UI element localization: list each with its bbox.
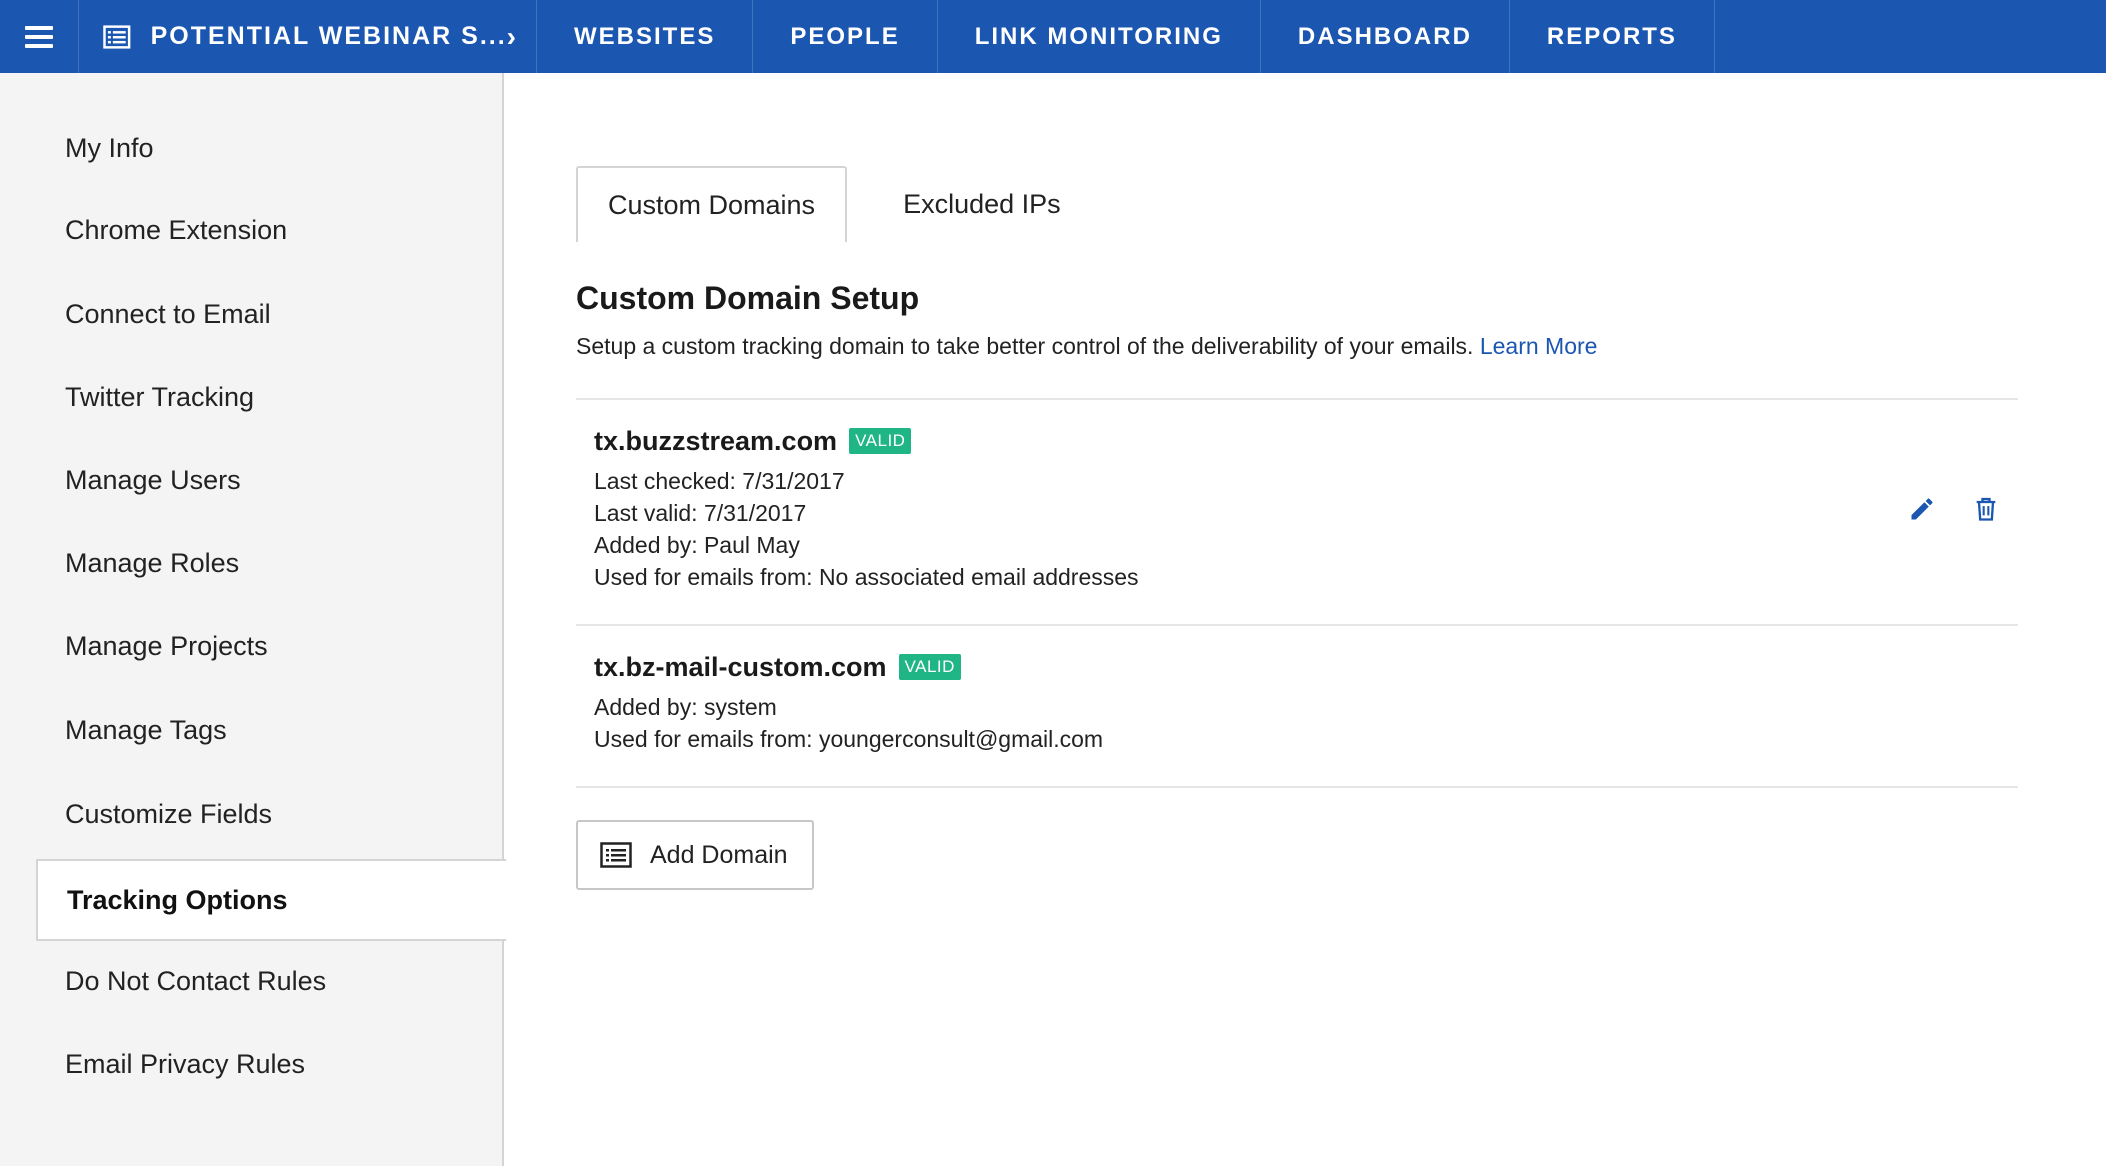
- page-title: Custom Domain Setup: [576, 280, 920, 316]
- sidebar-item-customize-fields[interactable]: Customize Fields: [0, 773, 502, 855]
- row-actions: [1908, 495, 2000, 523]
- add-domain-button[interactable]: Add Domain: [576, 820, 814, 890]
- chevron-right-icon: ›: [506, 20, 516, 52]
- trash-icon[interactable]: [1972, 495, 2000, 523]
- nav-websites[interactable]: WEBSITES: [537, 0, 754, 73]
- nav-link-monitoring[interactable]: LINK MONITORING: [938, 0, 1261, 73]
- sidebar-item-twitter-tracking[interactable]: Twitter Tracking: [0, 356, 502, 438]
- sidebar-item-manage-projects[interactable]: Manage Projects: [0, 605, 502, 687]
- description-text: Setup a custom tracking domain to take b…: [576, 333, 1474, 359]
- used-for-emails: Used for emails from: No associated emai…: [594, 564, 1139, 590]
- sidebar-item-manage-roles[interactable]: Manage Roles: [0, 522, 502, 604]
- sidebar-item-connect-to-email[interactable]: Connect to Email: [0, 273, 502, 355]
- sidebar-item-chrome-extension[interactable]: Chrome Extension: [0, 189, 502, 271]
- hamburger-icon: [25, 25, 53, 48]
- last-checked: Last checked: 7/31/2017: [594, 468, 845, 494]
- domain-details: Added by: system Used for emails from: y…: [594, 691, 2000, 755]
- sidebar-item-do-not-contact-rules[interactable]: Do Not Contact Rules: [0, 940, 502, 1022]
- sidebar-item-manage-tags[interactable]: Manage Tags: [0, 689, 502, 771]
- domain-row: tx.buzzstream.com VALID Last checked: 7/…: [576, 400, 2018, 626]
- sidebar-item-my-info[interactable]: My Info: [0, 107, 502, 189]
- added-by: Added by: Paul May: [594, 532, 800, 558]
- domain-header: tx.buzzstream.com VALID: [594, 424, 2000, 458]
- domain-details: Last checked: 7/31/2017 Last valid: 7/31…: [594, 465, 2000, 593]
- domain-header: tx.bz-mail-custom.com VALID: [594, 650, 2000, 684]
- menu-button[interactable]: [0, 0, 79, 73]
- nav-reports[interactable]: REPORTS: [1510, 0, 1715, 73]
- settings-sidebar: My Info Chrome Extension Connect to Emai…: [0, 73, 506, 1166]
- domain-row: tx.bz-mail-custom.com VALID Added by: sy…: [576, 626, 2018, 788]
- added-by: Added by: system: [594, 694, 777, 720]
- status-badge: VALID: [849, 428, 912, 454]
- last-valid: Last valid: 7/31/2017: [594, 500, 807, 526]
- learn-more-link[interactable]: Learn More: [1480, 333, 1598, 359]
- sidebar-item-tracking-options[interactable]: Tracking Options: [36, 859, 506, 941]
- domain-list: tx.buzzstream.com VALID Last checked: 7/…: [576, 398, 2018, 788]
- used-for-emails: Used for emails from: youngerconsult@gma…: [594, 726, 1104, 752]
- page-description: Setup a custom tracking domain to take b…: [576, 333, 1597, 360]
- sidebar-item-email-privacy-rules[interactable]: Email Privacy Rules: [0, 1023, 502, 1105]
- project-selector[interactable]: POTENTIAL WEBINAR S... ›: [79, 0, 537, 73]
- tab-bar: Custom Domains Excluded IPs: [576, 166, 1117, 242]
- project-name: POTENTIAL WEBINAR S...: [150, 22, 507, 50]
- tab-excluded-ips[interactable]: Excluded IPs: [847, 166, 1117, 242]
- pencil-icon[interactable]: [1908, 495, 1936, 523]
- sidebar-item-manage-users[interactable]: Manage Users: [0, 439, 502, 521]
- main-content: Custom Domains Excluded IPs Custom Domai…: [504, 73, 2106, 1166]
- nav-people[interactable]: PEOPLE: [753, 0, 938, 73]
- list-icon: [600, 842, 632, 868]
- nav-dashboard[interactable]: DASHBOARD: [1261, 0, 1510, 73]
- tab-custom-domains[interactable]: Custom Domains: [576, 166, 848, 242]
- status-badge: VALID: [898, 654, 961, 680]
- add-domain-label: Add Domain: [650, 840, 788, 869]
- domain-name: tx.buzzstream.com: [594, 425, 838, 456]
- list-icon: [103, 24, 131, 49]
- domain-name: tx.bz-mail-custom.com: [594, 651, 887, 682]
- top-navigation-bar: POTENTIAL WEBINAR S... › WEBSITES PEOPLE…: [0, 0, 2106, 73]
